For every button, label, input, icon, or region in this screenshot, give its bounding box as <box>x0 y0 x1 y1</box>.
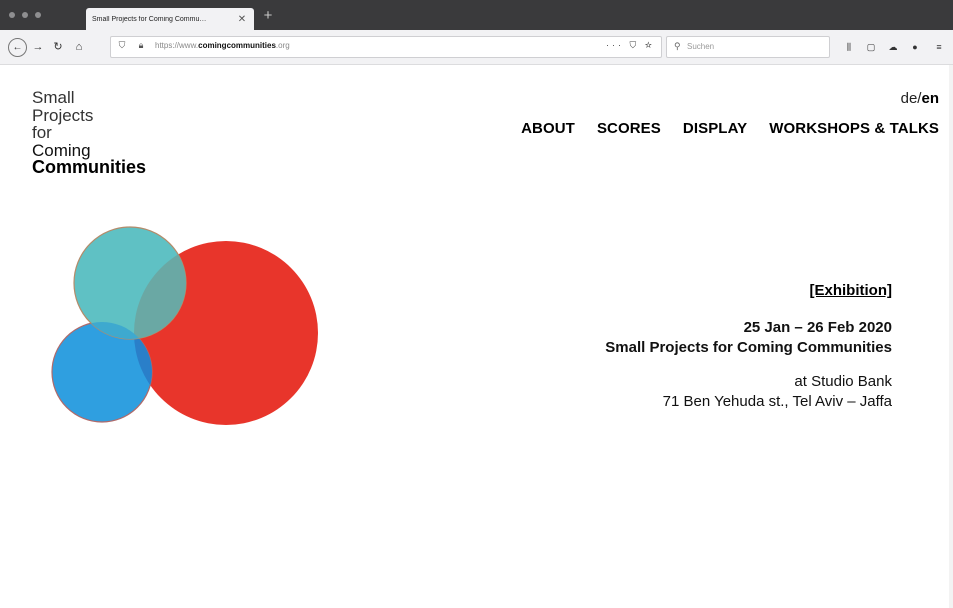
reload-icon[interactable]: ↻ <box>50 39 66 55</box>
account-icon[interactable]: ● <box>908 40 922 54</box>
nav-workshops-talks[interactable]: WORKSHOPS & TALKS <box>769 120 939 137</box>
circles-graphic <box>51 226 318 425</box>
library-icon[interactable]: ⫼ <box>842 40 856 54</box>
url-text[interactable]: https://www.comingcommunities.org <box>155 41 290 50</box>
nav-display[interactable]: DISPLAY <box>683 120 747 137</box>
search-icon: ⚲ <box>674 41 681 51</box>
search-input[interactable]: Suchen <box>687 42 714 51</box>
browser-tab-active[interactable]: Small Projects for Coming Commu… ✕ <box>86 8 254 30</box>
window-edge <box>949 65 953 608</box>
page-actions[interactable]: ··· ⛉ ☆ <box>606 40 655 51</box>
logo-line: for <box>32 123 52 142</box>
menu-icon[interactable]: ≡ <box>932 40 946 54</box>
window-close-dot[interactable] <box>9 12 15 18</box>
new-tab-button[interactable]: + <box>261 8 275 23</box>
event-info: [Exhibition] 25 Jan – 26 Feb 2020 Small … <box>605 282 892 410</box>
logo-line: Small <box>32 88 75 107</box>
address-bar[interactable]: ⛉ 🔒︎ https://www.comingcommunities.org ·… <box>110 36 662 58</box>
home-icon[interactable]: ⌂ <box>71 39 87 55</box>
event-venue: at Studio Bank <box>794 373 892 390</box>
event-dates: 25 Jan – 26 Feb 2020 <box>743 319 892 336</box>
window-zoom-dot[interactable] <box>35 12 41 18</box>
lang-de-link[interactable]: de/ <box>901 90 922 107</box>
event-title: Small Projects for Coming Communities <box>605 339 892 356</box>
event-address: 71 Ben Yehuda st., Tel Aviv – Jaffa <box>662 393 892 410</box>
lang-en-link[interactable]: en <box>921 90 939 107</box>
shield-icon[interactable]: ⛉ <box>116 40 128 51</box>
url-suffix: .org <box>275 41 290 50</box>
search-bar[interactable]: ⚲ Suchen <box>666 36 830 58</box>
logo-line: Communities <box>32 157 147 177</box>
extension-icon[interactable]: ☁ <box>886 40 900 54</box>
main-navigation: ABOUT SCORES DISPLAY WORKSHOPS & TALKS <box>499 120 939 137</box>
language-switcher: de/en <box>901 90 939 107</box>
back-arrow-icon[interactable]: ← <box>8 38 27 57</box>
nav-about[interactable]: ABOUT <box>521 120 575 137</box>
lock-icon[interactable]: 🔒︎ <box>135 40 147 51</box>
site-logo[interactable]: Small Projects for Coming Communities <box>32 89 146 177</box>
sidebar-icon[interactable]: ▢ <box>864 40 878 54</box>
nav-scores[interactable]: SCORES <box>597 120 661 137</box>
browser-tab-bar: Small Projects for Coming Commu… ✕ + <box>0 0 953 30</box>
logo-line: Projects <box>32 105 94 125</box>
tab-close-icon[interactable]: ✕ <box>236 14 248 25</box>
window-minimize-dot[interactable] <box>22 12 28 18</box>
url-domain: comingcommunities <box>198 41 276 50</box>
url-prefix: https://www. <box>155 41 199 50</box>
tab-title: Small Projects for Coming Commu… <box>92 15 207 23</box>
event-type-link[interactable]: [Exhibition] <box>605 282 893 299</box>
browser-toolbar: ← → ↻ ⌂ ⛉ 🔒︎ https://www.comingcommuniti… <box>0 30 953 65</box>
forward-arrow-icon[interactable]: → <box>30 39 46 55</box>
